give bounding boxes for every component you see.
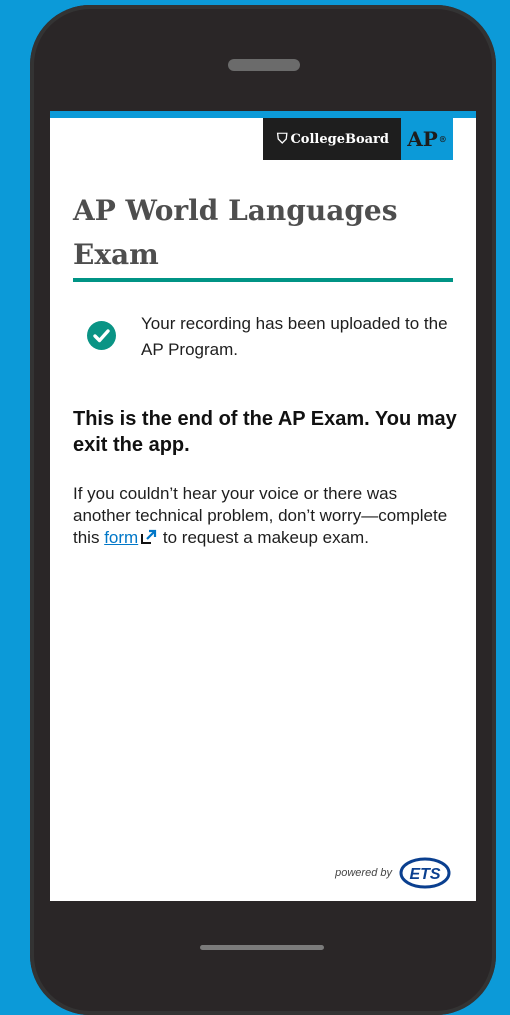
- makeup-form-link[interactable]: form: [104, 528, 138, 547]
- check-circle-icon: [87, 321, 116, 350]
- powered-by-label: powered by: [335, 867, 392, 879]
- upload-status-message: Your recording has been uploaded to the …: [141, 314, 448, 359]
- makeup-form-link-label: form: [104, 528, 139, 547]
- help-text: If you couldn’t hear your voice or there…: [73, 483, 458, 551]
- home-indicator[interactable]: [200, 945, 324, 950]
- brand-header: ⛉ CollegeBoard AP ®: [262, 118, 453, 160]
- collegeboard-logo-text: CollegeBoard: [290, 131, 389, 147]
- exam-end-message: This is the end of the AP Exam. You may …: [73, 408, 457, 456]
- ap-logo-text: AP: [407, 127, 438, 151]
- help-text-after: to request a makeup exam.: [158, 528, 369, 547]
- collegeboard-logo: ⛉ CollegeBoard: [262, 118, 401, 160]
- acorn-icon: ⛉: [276, 131, 288, 147]
- ets-logo: ETS: [399, 857, 451, 889]
- ets-logo-text: ETS: [409, 866, 440, 883]
- page-title: AP World Languages Exam: [73, 194, 398, 271]
- ap-logo: AP ®: [401, 118, 453, 160]
- powered-by-footer: powered by ETS: [335, 857, 452, 889]
- title-divider: [73, 278, 453, 282]
- phone-speaker: [228, 59, 300, 71]
- external-link-icon[interactable]: [140, 529, 158, 551]
- ap-registered-mark: ®: [438, 134, 447, 144]
- app-screen: ⛉ CollegeBoard AP ® AP World Languages Ex…: [50, 111, 476, 901]
- top-accent-bar: [50, 111, 476, 118]
